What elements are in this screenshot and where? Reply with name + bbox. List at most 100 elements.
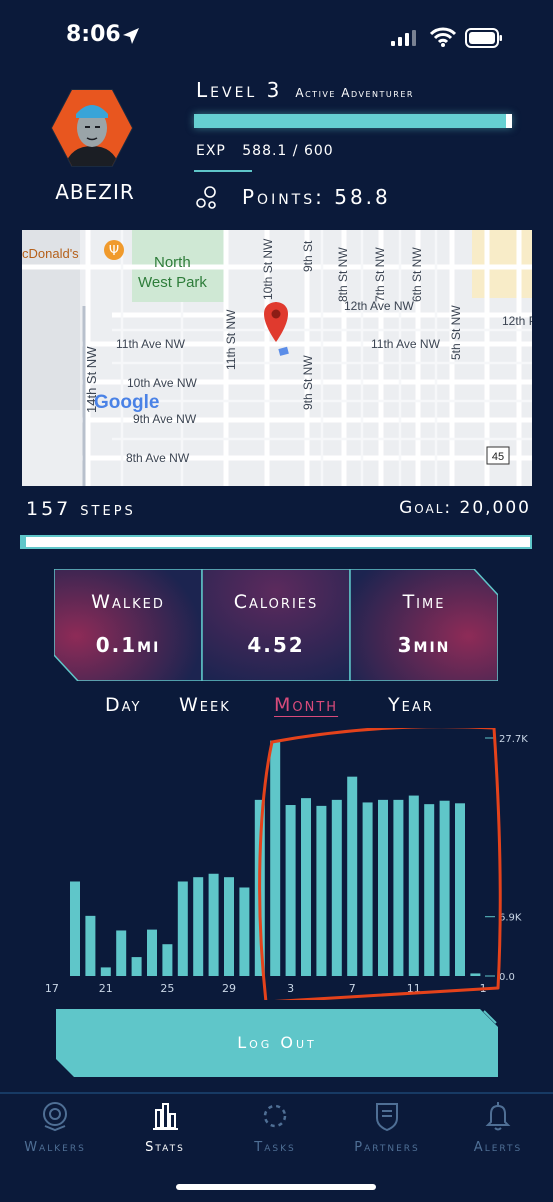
steps-bar-chart: 27.7K6.9K0.017 21 25 29 3 7 11 1 [45,728,528,1000]
chart-bar [270,740,281,976]
nav-partners-label: Partners [354,1140,420,1155]
map-label: 10th Ave NW [127,376,197,390]
map-label: 11th Ave NW [371,337,441,351]
x-tick-label: 21 [99,982,113,995]
chart-bar [224,877,234,976]
nav-walkers-label: Walkers [24,1140,86,1155]
map-label: West Park [138,274,207,291]
x-tick-label: 25 [160,982,174,995]
nav-partners[interactable]: Partners [332,1100,442,1155]
exp-progress-bar [194,114,512,128]
map-label: 8th Ave NW [126,451,190,465]
tab-year[interactable]: Year [388,694,434,716]
chart-bar [147,929,157,976]
chart-bar [85,915,96,976]
chart-bar [470,973,481,976]
avatar[interactable] [50,88,134,168]
steps-count: 157 steps [26,498,136,520]
chart-bar [285,805,296,976]
y-tick-label: 0.0 [499,972,515,983]
chart-bar [331,799,342,976]
map-label: 11th St NW [224,309,238,370]
map-label: 5th St NW [449,305,463,360]
exp-label: EXP [196,143,226,159]
nav-alerts[interactable]: Alerts [443,1100,553,1155]
chart-bar [100,967,111,976]
x-tick-label: 29 [222,982,236,995]
chart-bar [316,805,327,976]
map-label: 10th St NW [261,238,275,300]
exp-progress-fill [194,114,506,128]
walkers-icon [43,1102,67,1132]
time-label: Time [402,591,446,613]
bell-icon [485,1102,511,1131]
chart-bar [362,802,373,976]
chart-bar [239,887,250,976]
nav-stats[interactable]: Stats [110,1100,220,1155]
nav-tasks[interactable]: Tasks [220,1100,330,1155]
map-label: 9th St [301,240,315,272]
chart-bar [177,881,188,976]
chart-bar [208,873,219,976]
chart-bar [439,800,450,976]
y-tick-label: 6.9K [499,913,522,924]
chart-bar [131,957,142,976]
level-title: Active Adventurer [295,86,414,100]
time-value: 3min [397,633,451,657]
steps-progress-fill [22,537,27,547]
route-shield: 45 [492,451,504,463]
x-tick-label: 17 [45,982,59,995]
x-tick-label: 7 [349,982,356,995]
exp-value: 588.1 / 600 [242,143,334,159]
chart-bar [393,799,404,976]
chart-bar [455,803,465,976]
tasks-icon [263,1104,287,1128]
map-label: cDonald's [22,246,79,261]
battery-icon [465,28,502,48]
points-coins-icon [196,186,216,209]
chart-bar [193,877,204,976]
map-label: 9th St NW [301,355,315,410]
google-logo: Google [94,392,159,413]
stats-bars-icon [153,1103,178,1130]
username: ABEZIR [55,180,135,204]
tab-week[interactable]: Week [179,694,231,716]
svg-text:Ψ: Ψ [109,244,119,259]
walked-label: Walked [91,591,165,613]
exp-progress-end [506,114,512,128]
points-label: Points: 58.8 [242,185,391,209]
cellular-signal-icon [391,30,416,46]
map-label: 9th Ave NW [133,412,197,426]
stats-panel-frame [54,569,498,681]
steps-progress-bar [20,535,532,549]
chart-bar [408,795,419,976]
tab-month[interactable]: Month [274,694,338,716]
steps-goal: Goal: 20,000 [399,498,531,518]
level-row: Level 3 Active Adventurer [196,78,414,102]
chart-bar [424,804,435,976]
nav-walkers[interactable]: Walkers [0,1100,110,1155]
status-time: 8:06 [66,22,121,47]
nav-tasks-label: Tasks [254,1140,296,1155]
walked-value: 0.1mi [95,633,161,657]
map-view[interactable]: Ψ cDonald's North West Park 12th Ave NW … [22,230,532,486]
map-label: 6th St NW [410,247,424,302]
chart-bar [116,930,127,976]
tab-day[interactable]: Day [105,694,141,716]
chart-bar [70,881,80,976]
exp-readout: EXP 588.1 / 600 [196,143,334,159]
map-label: 11th Ave NW [116,337,186,351]
x-tick-label: 3 [287,982,294,995]
nav-stats-label: Stats [145,1140,185,1155]
map-label: 12th P [502,314,532,328]
location-arrow-icon [123,28,139,44]
home-indicator [176,1184,376,1190]
calories-value: 4.52 [247,633,305,657]
nav-alerts-label: Alerts [473,1140,523,1155]
logout-label: Log Out [237,1033,317,1052]
calories-label: Calories [233,591,319,613]
stats-panel: Walked 0.1mi Calories 4.52 Time 3min [54,569,498,681]
map-label: 8th St NW [336,247,350,302]
chart-bar [347,776,358,976]
exp-underline [194,170,252,172]
